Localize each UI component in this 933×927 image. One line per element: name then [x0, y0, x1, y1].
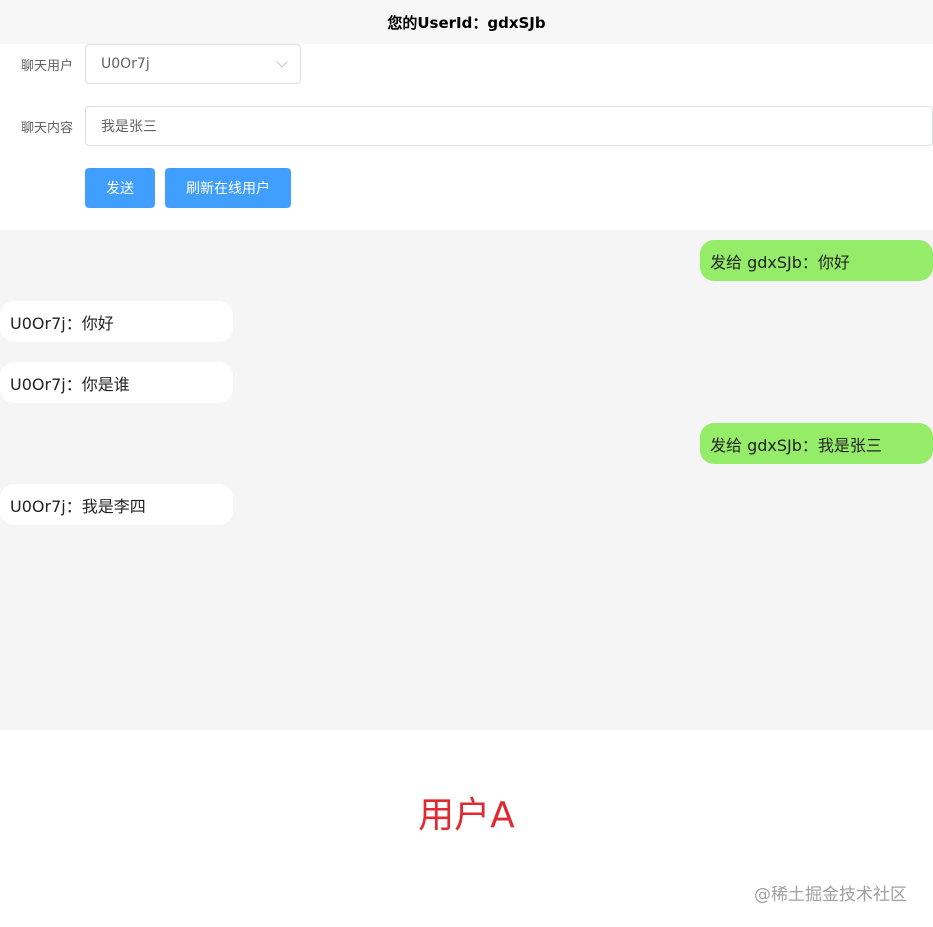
chat-content-row: 聊天内容 我是张三 — [0, 106, 933, 146]
user-id-title: 您的UserId：gdxSJb — [387, 13, 546, 32]
watermark-text: @稀土掘金技术社区 — [754, 885, 907, 905]
chevron-down-icon — [276, 56, 288, 68]
send-button[interactable]: 发送 — [85, 168, 155, 208]
chat-content-label: 聊天内容 — [20, 120, 73, 136]
chat-content-value: 我是张三 — [101, 119, 157, 135]
chat-content-input[interactable]: 我是张三 — [85, 106, 933, 146]
message-received: U0Or7j：我是李四 — [0, 484, 233, 525]
message-text: 发给 gdxSJb：你好 — [710, 252, 850, 272]
message-sent: 发给 gdxSJb：我是张三 — [700, 423, 933, 464]
message-text: 发给 gdxSJb：我是张三 — [710, 435, 882, 455]
message-text: U0Or7j：你是谁 — [10, 374, 130, 394]
chat-user-select[interactable]: U0Or7j — [85, 44, 301, 84]
chat-user-row: 聊天用户 U0Or7j — [0, 44, 301, 84]
user-a-caption: 用户A — [418, 795, 515, 836]
message-sent: 发给 gdxSJb：你好 — [700, 240, 933, 281]
refresh-online-users-button[interactable]: 刷新在线用户 — [165, 168, 291, 208]
chat-user-label: 聊天用户 — [20, 58, 73, 74]
message-received: U0Or7j：你好 — [0, 301, 233, 342]
message-text: U0Or7j：我是李四 — [10, 496, 146, 516]
message-text: U0Or7j：你好 — [10, 313, 114, 333]
chat-user-selected-value: U0Or7j — [101, 56, 150, 72]
page-header: 您的UserId：gdxSJb — [0, 0, 933, 44]
message-received: U0Or7j：你是谁 — [0, 362, 233, 403]
page: 您的UserId：gdxSJb 聊天用户 U0Or7j 聊天内容 我是张三 发送… — [0, 0, 933, 927]
chat-message-list[interactable]: 发给 gdxSJb：你好 U0Or7j：你好 U0Or7j：你是谁 发给 gdx… — [0, 230, 933, 730]
